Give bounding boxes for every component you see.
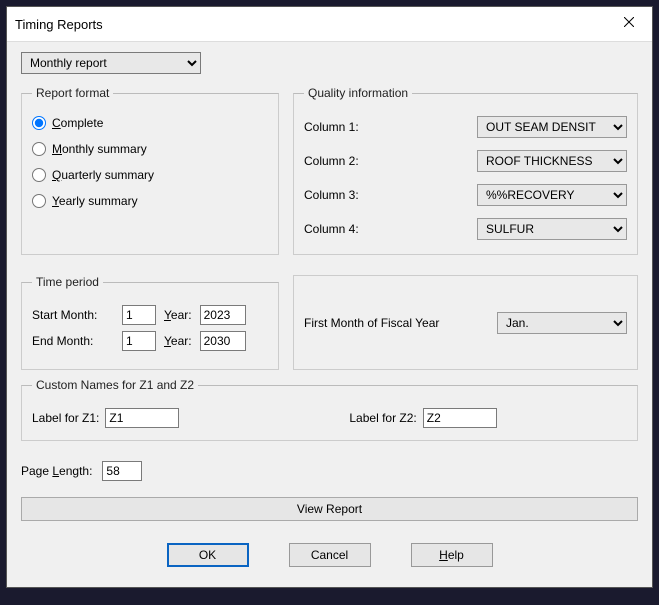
custom-names-group: Custom Names for Z1 and Z2 Label for Z1:… xyxy=(21,378,638,441)
radio-complete-label: Complete xyxy=(52,116,103,130)
report-type-select[interactable]: Monthly report xyxy=(21,52,201,74)
start-month-input[interactable] xyxy=(122,305,156,325)
start-month-label: Start Month: xyxy=(32,308,114,322)
quality-legend: Quality information xyxy=(304,86,412,100)
close-icon xyxy=(624,17,634,27)
radio-monthly[interactable] xyxy=(32,142,46,156)
time-period-legend: Time period xyxy=(32,275,103,289)
radio-quarterly-label: Quarterly summary xyxy=(52,168,154,182)
fiscal-group: First Month of Fiscal Year Jan. xyxy=(293,275,638,370)
col3-select[interactable]: %%RECOVERY xyxy=(477,184,627,206)
radio-complete[interactable] xyxy=(32,116,46,130)
start-year-label: Year: xyxy=(164,308,192,322)
end-year-input[interactable] xyxy=(200,331,246,351)
z2-label: Label for Z2: xyxy=(349,411,416,425)
close-button[interactable] xyxy=(614,13,644,35)
dialog-window: Timing Reports Monthly report Report for… xyxy=(6,6,653,588)
quality-info-group: Quality information Column 1: OUT SEAM D… xyxy=(293,86,638,255)
time-period-group: Time period Start Month: Year: End Month… xyxy=(21,275,279,370)
titlebar: Timing Reports xyxy=(7,7,652,42)
dialog-content: Monthly report Report format Complete Mo… xyxy=(7,42,652,587)
radio-yearly[interactable] xyxy=(32,194,46,208)
col2-select[interactable]: ROOF THICKNESS xyxy=(477,150,627,172)
radio-quarterly[interactable] xyxy=(32,168,46,182)
cancel-button[interactable]: Cancel xyxy=(289,543,371,567)
end-year-label: Year: xyxy=(164,334,192,348)
window-title: Timing Reports xyxy=(15,17,103,32)
fiscal-month-select[interactable]: Jan. xyxy=(497,312,627,334)
col4-select[interactable]: SULFUR xyxy=(477,218,627,240)
end-month-label: End Month: xyxy=(32,334,114,348)
end-month-input[interactable] xyxy=(122,331,156,351)
z2-input[interactable] xyxy=(423,408,497,428)
col3-label: Column 3: xyxy=(304,188,359,202)
radio-yearly-label: Yearly summary xyxy=(52,194,138,208)
col2-label: Column 2: xyxy=(304,154,359,168)
view-report-button[interactable]: View Report xyxy=(21,497,638,521)
col4-label: Column 4: xyxy=(304,222,359,236)
help-button[interactable]: Help xyxy=(411,543,493,567)
page-length-input[interactable] xyxy=(102,461,142,481)
z1-input[interactable] xyxy=(105,408,179,428)
col1-label: Column 1: xyxy=(304,120,359,134)
ok-button[interactable]: OK xyxy=(167,543,249,567)
col1-select[interactable]: OUT SEAM DENSIT xyxy=(477,116,627,138)
fiscal-label: First Month of Fiscal Year xyxy=(304,316,439,330)
start-year-input[interactable] xyxy=(200,305,246,325)
report-format-group: Report format Complete Monthly summary Q… xyxy=(21,86,279,255)
z1-label: Label for Z1: xyxy=(32,411,99,425)
custom-legend: Custom Names for Z1 and Z2 xyxy=(32,378,198,392)
page-length-label: Page Length: xyxy=(21,464,92,478)
radio-monthly-label: Monthly summary xyxy=(52,142,147,156)
report-format-legend: Report format xyxy=(32,86,113,100)
